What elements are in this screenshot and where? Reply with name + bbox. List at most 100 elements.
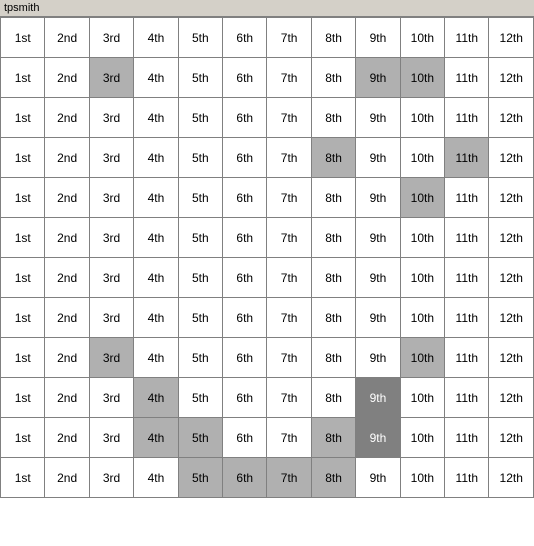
table-cell: 9th (356, 138, 400, 178)
ordinal-grid: 1st2nd3rd4th5th6th7th8th9th10th11th12th1… (0, 17, 534, 498)
table-cell: 12th (489, 258, 534, 298)
table-cell: 2nd (45, 18, 89, 58)
table-cell: 5th (178, 98, 222, 138)
table-cell: 11th (445, 178, 489, 218)
table-cell: 6th (223, 178, 267, 218)
table-cell: 4th (134, 138, 178, 178)
table-cell: 6th (223, 338, 267, 378)
table-cell: 7th (267, 378, 311, 418)
table-cell: 7th (267, 178, 311, 218)
table-cell: 2nd (45, 378, 89, 418)
table-cell: 8th (311, 378, 355, 418)
table-cell: 11th (445, 58, 489, 98)
table-cell: 11th (445, 338, 489, 378)
table-cell: 2nd (45, 58, 89, 98)
table-cell: 4th (134, 178, 178, 218)
table-cell: 4th (134, 418, 178, 458)
table-cell: 9th (356, 338, 400, 378)
table-cell: 2nd (45, 298, 89, 338)
table-cell: 12th (489, 338, 534, 378)
table-cell: 7th (267, 18, 311, 58)
table-cell: 8th (311, 98, 355, 138)
table-cell: 9th (356, 258, 400, 298)
table-cell: 10th (400, 138, 444, 178)
table-cell: 6th (223, 258, 267, 298)
table-cell: 1st (1, 218, 45, 258)
table-cell: 1st (1, 18, 45, 58)
table-cell: 7th (267, 258, 311, 298)
table-cell: 8th (311, 298, 355, 338)
table-cell: 1st (1, 138, 45, 178)
table-cell: 5th (178, 18, 222, 58)
table-cell: 5th (178, 338, 222, 378)
table-cell: 7th (267, 338, 311, 378)
table-cell: 2nd (45, 418, 89, 458)
table-cell: 8th (311, 178, 355, 218)
table-cell: 9th (356, 178, 400, 218)
table-cell: 5th (178, 298, 222, 338)
table-cell: 5th (178, 418, 222, 458)
table-cell: 12th (489, 178, 534, 218)
table-cell: 9th (356, 458, 400, 498)
table-cell: 2nd (45, 98, 89, 138)
table-cell: 6th (223, 298, 267, 338)
table-cell: 3rd (89, 138, 133, 178)
table-cell: 8th (311, 218, 355, 258)
table-row: 1st2nd3rd4th5th6th7th8th9th10th11th12th (1, 418, 534, 458)
table-cell: 9th (356, 378, 400, 418)
table-cell: 10th (400, 258, 444, 298)
table-cell: 12th (489, 98, 534, 138)
table-cell: 8th (311, 418, 355, 458)
table-cell: 4th (134, 458, 178, 498)
app-title: tpsmith (4, 2, 39, 14)
table-cell: 3rd (89, 18, 133, 58)
table-cell: 6th (223, 418, 267, 458)
table-row: 1st2nd3rd4th5th6th7th8th9th10th11th12th (1, 218, 534, 258)
table-row: 1st2nd3rd4th5th6th7th8th9th10th11th12th (1, 98, 534, 138)
table-cell: 11th (445, 138, 489, 178)
table-cell: 7th (267, 98, 311, 138)
table-cell: 1st (1, 58, 45, 98)
table-row: 1st2nd3rd4th5th6th7th8th9th10th11th12th (1, 378, 534, 418)
table-cell: 4th (134, 18, 178, 58)
table-cell: 10th (400, 218, 444, 258)
table-cell: 3rd (89, 458, 133, 498)
table-cell: 3rd (89, 58, 133, 98)
table-cell: 11th (445, 378, 489, 418)
table-cell: 1st (1, 338, 45, 378)
table-cell: 12th (489, 458, 534, 498)
table-cell: 5th (178, 258, 222, 298)
table-cell: 12th (489, 298, 534, 338)
table-cell: 3rd (89, 258, 133, 298)
table-cell: 1st (1, 178, 45, 218)
title-bar: tpsmith (0, 0, 534, 17)
table-cell: 1st (1, 98, 45, 138)
table-cell: 2nd (45, 218, 89, 258)
table-cell: 9th (356, 298, 400, 338)
table-cell: 7th (267, 458, 311, 498)
table-row: 1st2nd3rd4th5th6th7th8th9th10th11th12th (1, 338, 534, 378)
table-cell: 12th (489, 18, 534, 58)
table-cell: 9th (356, 58, 400, 98)
table-cell: 6th (223, 378, 267, 418)
table-cell: 9th (356, 18, 400, 58)
table-cell: 1st (1, 418, 45, 458)
table-cell: 7th (267, 418, 311, 458)
table-cell: 4th (134, 298, 178, 338)
table-cell: 9th (356, 418, 400, 458)
table-cell: 11th (445, 418, 489, 458)
table-cell: 1st (1, 458, 45, 498)
table-cell: 8th (311, 18, 355, 58)
table-row: 1st2nd3rd4th5th6th7th8th9th10th11th12th (1, 458, 534, 498)
table-cell: 7th (267, 58, 311, 98)
table-cell: 10th (400, 58, 444, 98)
table-cell: 10th (400, 338, 444, 378)
table-cell: 5th (178, 458, 222, 498)
table-cell: 11th (445, 298, 489, 338)
table-row: 1st2nd3rd4th5th6th7th8th9th10th11th12th (1, 18, 534, 58)
table-row: 1st2nd3rd4th5th6th7th8th9th10th11th12th (1, 178, 534, 218)
table-cell: 8th (311, 338, 355, 378)
table-cell: 3rd (89, 418, 133, 458)
table-cell: 8th (311, 258, 355, 298)
table-cell: 3rd (89, 218, 133, 258)
